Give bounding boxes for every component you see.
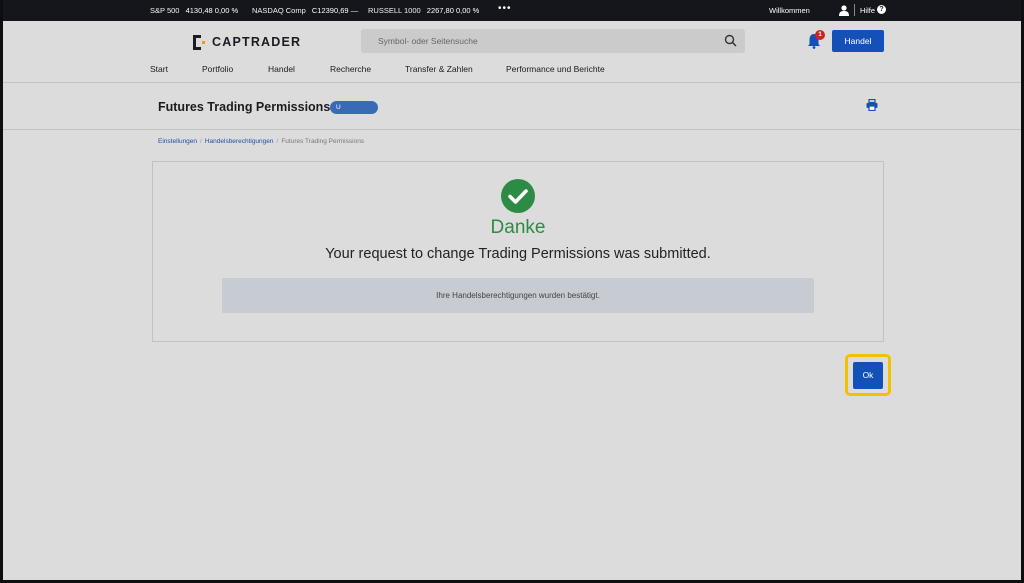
success-heading: Danke — [490, 217, 546, 238]
page-title: Futures Trading Permissions — [158, 100, 331, 114]
nav-item-start[interactable]: Start — [150, 64, 168, 74]
ticker-change: 0,00 % — [214, 6, 239, 15]
welcome-text: Willkommen — [769, 6, 810, 15]
ticker-item-russell[interactable]: RUSSELL 1000 2267,80 0,00 % — [368, 6, 479, 15]
ok-button[interactable]: Ok — [853, 362, 883, 389]
nav-item-recherche[interactable]: Recherche — [330, 64, 371, 74]
trade-button[interactable]: Handel — [832, 30, 884, 52]
ticker-more-button[interactable]: ••• — [498, 3, 512, 14]
ok-button-highlight: Ok — [845, 354, 891, 396]
breadcrumb-divider: / — [276, 138, 279, 145]
page-title-bar: Futures Trading Permissions U — [3, 84, 1021, 130]
notification-badge: 1 — [815, 30, 825, 40]
market-ticker: S&P 500 4130,48 0,00 % NASDAQ Comp C1239… — [3, 0, 1021, 21]
breadcrumb-divider: / — [200, 138, 202, 145]
ticker-name: NASDAQ Comp — [252, 6, 306, 15]
logo-mark-icon — [193, 34, 205, 50]
site-header: CAPTRADER Symbol- oder Seitensuche 1 Han… — [3, 21, 1021, 83]
ticker-change: 0,00 % — [456, 6, 480, 15]
confirmation-card: Danke Your request to change Trading Per… — [152, 161, 884, 342]
status-notice: Ihre Handelsberechtigungen wurden bestät… — [222, 278, 814, 313]
ticker-divider — [854, 4, 855, 16]
help-icon[interactable]: ? — [877, 5, 886, 14]
ticker-name: S&P 500 — [150, 6, 180, 15]
captrader-logo[interactable]: CAPTRADER — [193, 34, 301, 50]
breadcrumb: Einstellungen / Handelsberechtigungen / Futu… — [158, 138, 364, 145]
ticker-value: 2267,80 — [426, 6, 454, 15]
check-circle-icon — [501, 179, 535, 213]
ticker-item-nasdaq[interactable]: NASDAQ Comp C12390,69 — — [252, 6, 358, 15]
ticker-name: RUSSELL 1000 — [368, 6, 421, 15]
user-icon[interactable] — [839, 5, 849, 16]
main-nav: Start Portfolio Handel Recherche Transfe… — [3, 64, 1021, 78]
ticker-item-sp500[interactable]: S&P 500 4130,48 0,00 % — [150, 6, 238, 15]
account-selector[interactable]: U — [330, 101, 378, 114]
search-placeholder: Symbol- oder Seitensuche — [378, 36, 478, 46]
search-icon[interactable] — [724, 34, 737, 47]
breadcrumb-link-settings[interactable]: Einstellungen — [158, 138, 197, 145]
breadcrumb-current: Futures Trading Permissions — [281, 138, 365, 145]
nav-item-performance[interactable]: Performance und Berichte — [506, 64, 605, 74]
ticker-value: 4130,48 — [185, 6, 213, 15]
ticker-value: C12390,69 — [311, 6, 349, 15]
print-icon[interactable] — [866, 99, 878, 111]
breadcrumb-link-permissions[interactable]: Handelsberechtigungen — [205, 138, 274, 145]
nav-item-handel[interactable]: Handel — [268, 64, 295, 74]
nav-item-transfer[interactable]: Transfer & Zahlen — [405, 64, 473, 74]
search-input[interactable]: Symbol- oder Seitensuche — [361, 29, 745, 53]
nav-item-portfolio[interactable]: Portfolio — [202, 64, 233, 74]
app-frame: S&P 500 4130,48 0,00 % NASDAQ Comp C1239… — [3, 0, 1021, 580]
logo-text: CAPTRADER — [212, 35, 302, 49]
ticker-change: — — [350, 6, 359, 15]
success-message: Your request to change Trading Permissio… — [325, 246, 711, 262]
help-link[interactable]: Hilfe — [860, 6, 875, 15]
